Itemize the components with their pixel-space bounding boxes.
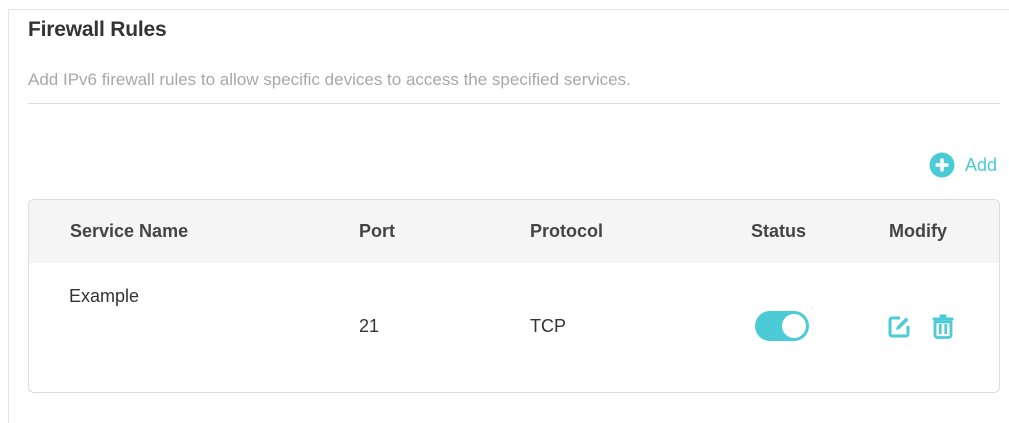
toggle-knob [782, 314, 806, 338]
column-header-service-name: Service Name [70, 221, 189, 241]
section-title: Firewall Rules [28, 18, 167, 41]
port-cell: 21 [359, 316, 380, 336]
column-header-port: Port [359, 221, 395, 241]
status-toggle[interactable] [755, 311, 809, 341]
plus-circle-icon [929, 152, 955, 178]
column-header-modify: Modify [889, 221, 947, 241]
rules-table: Service Name Port Protocol Status Modify… [28, 199, 1000, 393]
protocol-cell: TCP [530, 316, 566, 336]
add-rule-button[interactable]: Add [929, 152, 997, 178]
column-header-status: Status [751, 221, 807, 241]
trash-icon [932, 314, 954, 339]
divider [28, 103, 1000, 104]
delete-rule-button[interactable] [930, 313, 956, 339]
service-name-cell: Example [69, 286, 140, 306]
add-rule-label: Add [965, 154, 998, 175]
edit-icon [888, 316, 910, 338]
table-header: Service Name Port Protocol Status Modify [29, 200, 999, 263]
column-header-protocol: Protocol [530, 221, 604, 241]
section-description: Add IPv6 firewall rules to allow specifi… [28, 70, 631, 89]
edit-rule-button[interactable] [886, 314, 912, 340]
